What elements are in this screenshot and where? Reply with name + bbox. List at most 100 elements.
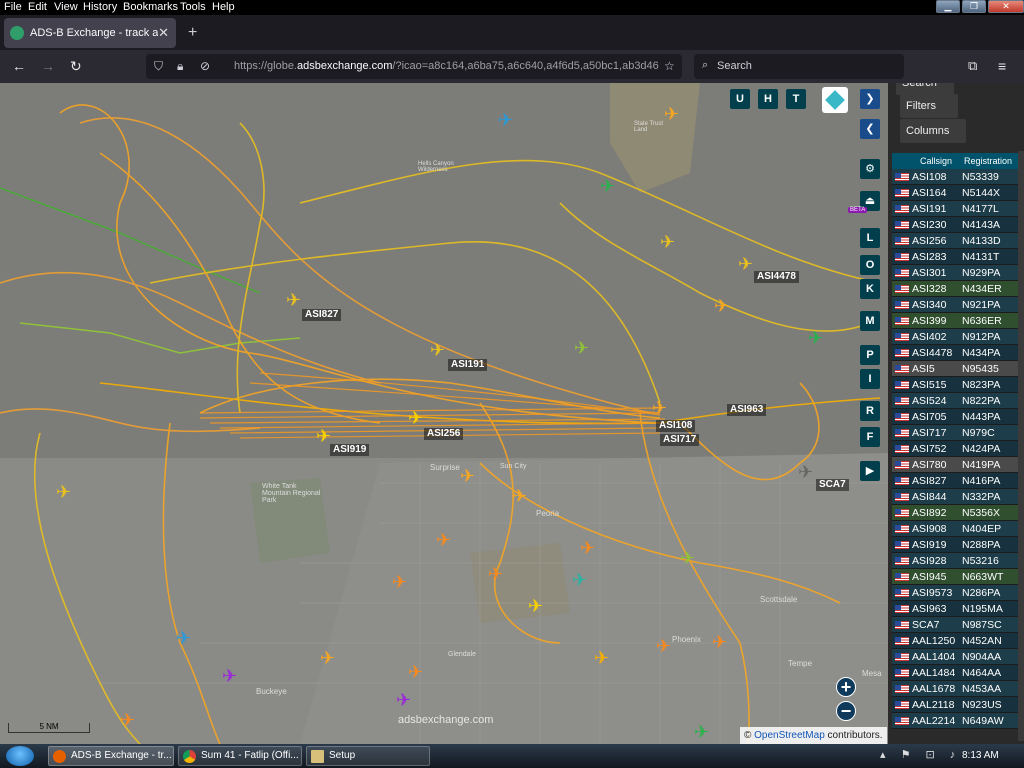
maximize-button[interactable]: ❐ (962, 0, 986, 13)
aircraft-label-asi4478[interactable]: ASI4478 (754, 271, 799, 283)
menu-tools[interactable]: Tools (180, 1, 206, 13)
reload-icon[interactable]: ↻ (70, 58, 82, 75)
forward-arrow-icon[interactable]: → (41, 58, 55, 74)
filters-button[interactable]: Filters (900, 94, 958, 118)
aircraft-icon[interactable]: ✈ (528, 597, 543, 615)
aircraft-icon[interactable]: ✈ (512, 487, 527, 505)
table-row[interactable]: SCA7 N987SC (892, 617, 1018, 633)
menu-file[interactable]: File (4, 1, 22, 13)
map-button-t[interactable]: T (786, 89, 806, 109)
aircraft-icon[interactable]: ✈ (498, 111, 513, 129)
map-button-f[interactable]: F (860, 427, 880, 447)
table-row[interactable]: ASI827 N416PA (892, 473, 1018, 489)
url-text[interactable]: https://globe.adsbexchange.com/?icao=a8c… (234, 60, 664, 72)
aircraft-icon[interactable]: ✈ (656, 637, 671, 655)
table-row[interactable]: ASI752 N424PA (892, 441, 1018, 457)
aircraft-icon[interactable]: ✈ (316, 427, 331, 445)
lock-icon[interactable]: 🔒︎ (177, 59, 183, 74)
aircraft-label-asi717[interactable]: ASI717 (660, 434, 700, 446)
columns-button[interactable]: Columns (900, 119, 966, 143)
start-button[interactable] (6, 746, 34, 766)
table-row[interactable]: ASI844 N332PA (892, 489, 1018, 505)
table-row[interactable]: AAL1250 N452AN (892, 633, 1018, 649)
minimize-button[interactable]: ▁ (936, 0, 960, 13)
zoom-out-icon[interactable]: − (836, 701, 856, 721)
zoom-in-icon[interactable]: + (836, 677, 856, 697)
aircraft-icon[interactable]: ✈ (430, 341, 445, 359)
replay-icon[interactable]: ▶ (860, 461, 880, 481)
table-row[interactable]: ASI191 N4177L (892, 201, 1018, 217)
flight-map[interactable]: Surprise Sun City Peoria Scottsdale Phoe… (0, 83, 888, 744)
aircraft-icon[interactable]: ✈ (396, 691, 411, 709)
aircraft-label-asi108[interactable]: ASI108 (656, 420, 696, 432)
map-button-i[interactable]: I (860, 369, 880, 389)
sidebar-scrollbar[interactable] (1018, 151, 1024, 741)
aircraft-label-asi827[interactable]: ASI827 (302, 309, 342, 321)
menu-edit[interactable]: Edit (28, 1, 47, 13)
table-row[interactable]: ASI283 N4131T (892, 249, 1018, 265)
aircraft-label-sca7[interactable]: SCA7 (816, 479, 849, 491)
aircraft-icon[interactable]: ✈ (594, 649, 609, 667)
aircraft-icon[interactable]: ✈ (712, 633, 727, 651)
back-arrow-icon[interactable]: ← (12, 58, 26, 74)
aircraft-icon[interactable]: ✈ (408, 663, 423, 681)
table-row[interactable]: ASI399 N636ER (892, 313, 1018, 329)
aircraft-icon[interactable]: ✈ (600, 177, 615, 195)
menu-view[interactable]: View (54, 1, 78, 13)
aircraft-icon[interactable]: ✈ (680, 549, 695, 567)
new-tab-icon[interactable]: + (188, 24, 197, 42)
table-row[interactable]: AAL1678 N453AA (892, 681, 1018, 697)
aircraft-icon[interactable]: ✈ (714, 297, 729, 315)
table-row[interactable]: ASI524 N822PA (892, 393, 1018, 409)
menu-help[interactable]: Help (212, 1, 235, 13)
aircraft-icon[interactable]: ✈ (580, 539, 595, 557)
table-row[interactable]: ASI4478 N434PA (892, 345, 1018, 361)
aircraft-icon[interactable]: ✈ (574, 339, 589, 357)
table-row[interactable]: ASI928 N53216 (892, 553, 1018, 569)
table-row[interactable]: ASI945 N663WT (892, 569, 1018, 585)
permissions-icon[interactable]: ⊘ (200, 59, 210, 73)
map-button-k[interactable]: K (860, 279, 880, 299)
taskbar-firefox[interactable]: ADS-B Exchange - tr... (48, 746, 174, 766)
aircraft-icon[interactable]: ✈ (738, 255, 753, 273)
map-button-p[interactable]: P (860, 345, 880, 365)
menu-history[interactable]: History (83, 1, 117, 13)
aircraft-icon[interactable]: ✈ (436, 531, 451, 549)
table-row[interactable]: AAL1404 N904AA (892, 649, 1018, 665)
system-tray[interactable]: ▴ ⚑ ⊡ ♪ (880, 748, 961, 761)
extensions-icon[interactable]: ⧉ (968, 58, 977, 74)
address-bar[interactable]: ⛉ 🔒︎ ⊘ https://globe.adsbexchange.com/?i… (146, 54, 682, 79)
aircraft-icon[interactable]: ✈ (488, 565, 503, 583)
collapse-left-icon[interactable]: ❮ (860, 119, 880, 139)
column-header-registration[interactable]: Registration (964, 156, 1012, 166)
taskbar-setup[interactable]: Setup (306, 746, 430, 766)
aircraft-icon[interactable]: ✈ (808, 329, 823, 347)
aircraft-icon[interactable]: ✈ (392, 573, 407, 591)
table-row[interactable]: ASI5 N95435 (892, 361, 1018, 377)
table-row[interactable]: ASI164 N5144X (892, 185, 1018, 201)
table-row[interactable]: AAL2214 N649AW (892, 713, 1018, 729)
aircraft-icon[interactable]: ✈ (460, 467, 475, 485)
map-button-u[interactable]: U (730, 89, 750, 109)
map-button-h[interactable]: H (758, 89, 778, 109)
table-row[interactable]: AAL2118 N923US (892, 697, 1018, 713)
table-row[interactable]: ASI9573 N286PA (892, 585, 1018, 601)
aircraft-label-asi919[interactable]: ASI919 (330, 444, 370, 456)
close-tab-icon[interactable]: ✕ (158, 25, 169, 41)
column-header-callsign[interactable]: Callsign (920, 156, 952, 166)
expand-right-icon[interactable]: ❯ (860, 89, 880, 109)
table-row[interactable]: ASI780 N419PA (892, 457, 1018, 473)
map-button-m[interactable]: M (860, 311, 880, 331)
aircraft-icon[interactable]: ✈ (286, 291, 301, 309)
aircraft-icon[interactable]: ✈ (120, 711, 135, 729)
aircraft-icon[interactable]: ✈ (652, 399, 667, 417)
table-row[interactable]: ASI717 N979C (892, 425, 1018, 441)
settings-gear-icon[interactable]: ⚙ (860, 159, 880, 179)
app-menu-icon[interactable]: ≡ (998, 58, 1006, 74)
taskbar-chrome[interactable]: Sum 41 - Fatlip (Offi... (178, 746, 302, 766)
aircraft-icon[interactable]: ✈ (572, 571, 587, 589)
aircraft-icon[interactable]: ✈ (694, 723, 709, 741)
tab-adsb-exchange[interactable]: ADS-B Exchange - track aircraft ✕ (4, 18, 176, 48)
aircraft-icon[interactable]: ✈ (408, 409, 423, 427)
table-row[interactable]: ASI328 N434ER (892, 281, 1018, 297)
